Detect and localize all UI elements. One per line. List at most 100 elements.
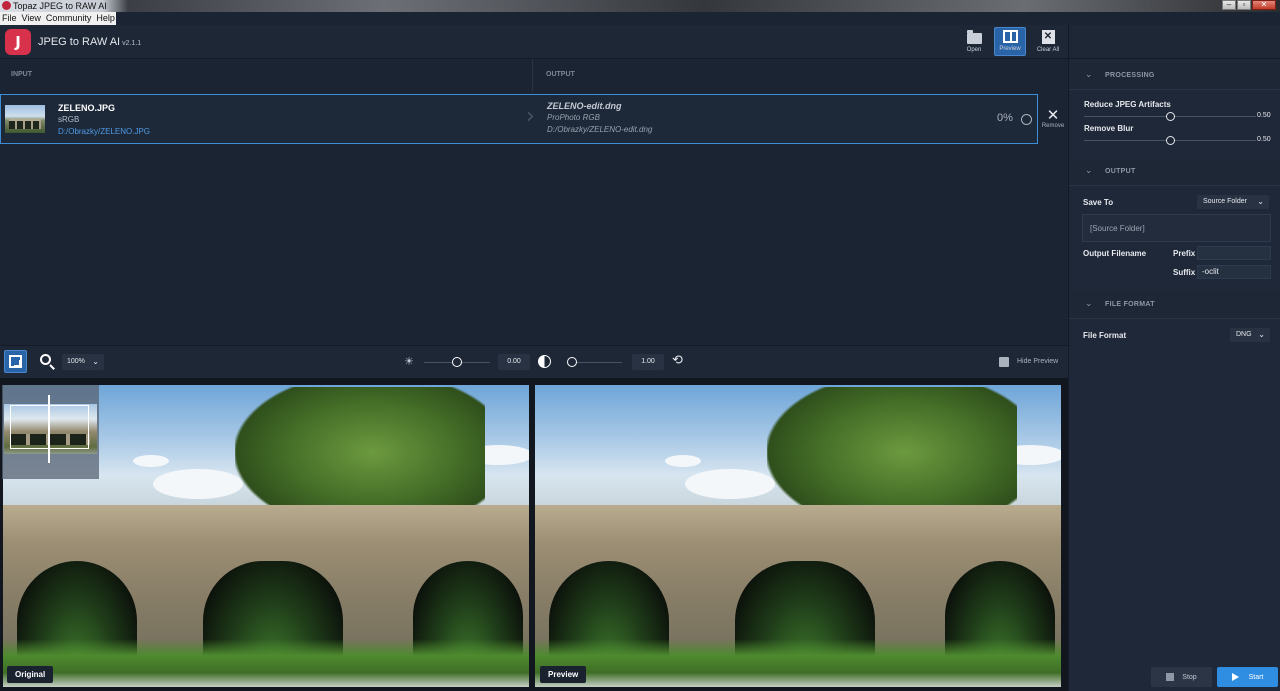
folder-icon [966, 30, 982, 44]
reduce-artifacts-label: Reduce JPEG Artifacts [1084, 100, 1171, 109]
menu-file[interactable]: File [0, 12, 20, 25]
menu-bar: File View Community Help [0, 12, 116, 25]
play-icon [1231, 673, 1239, 681]
chevron-down-icon: ⌄ [1085, 165, 1093, 175]
file-thumbnail [5, 105, 45, 133]
chevron-down-icon: ⌄ [1258, 330, 1265, 339]
file-row[interactable]: ZELENO.JPG sRGB D:/Obrazky/ZELENO.JPG › … [0, 94, 1038, 144]
topaz-logo: J [5, 29, 31, 55]
start-button[interactable]: Start [1217, 667, 1278, 687]
menu-help[interactable]: Help [94, 12, 118, 25]
file-format-select[interactable]: DNG ⌄ [1230, 328, 1270, 342]
output-filename-label: Output Filename [1083, 249, 1147, 258]
contrast-value[interactable]: 1.00 [632, 354, 664, 370]
remove-blur-thumb[interactable] [1165, 136, 1175, 145]
window-title-bar: Topaz JPEG to RAW AI – ▫ ✕ [0, 0, 1280, 12]
menu-community[interactable]: Community [44, 12, 95, 25]
file-format-label: File Format [1083, 331, 1127, 340]
suffix-input[interactable]: -oclit [1197, 265, 1271, 279]
app-title: JPEG to RAW AI v2.1.1 [38, 36, 141, 48]
open-button[interactable]: Open [958, 27, 990, 56]
split-view-icon [9, 355, 22, 368]
suffix-label: Suffix [1173, 268, 1196, 277]
prefix-input[interactable] [1197, 246, 1271, 260]
file-list: INPUT OUTPUT ZELENO.JPG sRGB D:/Obrazky/… [0, 59, 1068, 345]
app-version: v2.1.1 [122, 40, 142, 47]
output-colorspace: ProPhoto RGB [547, 113, 600, 122]
remove-label: Remove [1041, 123, 1065, 129]
input-column-header: INPUT [11, 71, 32, 78]
contrast-slider-thumb[interactable] [567, 357, 577, 367]
prefix-label: Prefix [1173, 249, 1196, 258]
file-format-title: FILE FORMAT [1105, 301, 1155, 308]
start-label: Start [1248, 673, 1264, 681]
brightness-icon: ☀ [404, 355, 414, 368]
panel-header-spacer [1069, 25, 1280, 59]
output-file-name: ZELENO-edit.dng [547, 101, 622, 111]
navigator-thumbnail[interactable] [2, 385, 99, 479]
chevron-right-icon: › [526, 104, 535, 129]
output-file-path: D:/Obrazky/ZELENO-edit.dng [547, 125, 653, 134]
hide-preview-label[interactable]: Hide Preview [1017, 358, 1058, 365]
preview-panes: Original Preview [0, 378, 1068, 691]
zoom-icon[interactable] [40, 354, 51, 365]
chevron-down-icon: ⌄ [92, 357, 99, 366]
preview-pane-label: Preview [540, 666, 587, 683]
reduce-artifacts-value: 0.50 [1257, 112, 1271, 119]
hide-preview-icon[interactable] [999, 357, 1009, 367]
open-label: Open [966, 47, 982, 53]
clear-all-button[interactable]: ✕ Clear All [1032, 27, 1064, 56]
window-title: Topaz JPEG to RAW AI [13, 1, 107, 11]
input-file-path[interactable]: D:/Obrazky/ZELENO.JPG [58, 127, 150, 136]
stop-label: Stop [1182, 673, 1197, 681]
chevron-down-icon: ⌄ [1085, 298, 1093, 308]
remove-blur-label: Remove Blur [1084, 124, 1134, 133]
reset-icon[interactable]: ⟲ [672, 353, 683, 369]
clear-all-icon: ✕ [1041, 30, 1055, 44]
minimize-button[interactable]: – [1222, 0, 1236, 10]
save-to-value: Source Folder [1203, 198, 1247, 205]
processing-section-header[interactable]: ⌄ PROCESSING [1069, 62, 1280, 90]
remove-button[interactable]: ✕ Remove [1040, 107, 1066, 129]
stop-button[interactable]: Stop [1151, 667, 1212, 687]
output-column-header: OUTPUT [546, 71, 575, 78]
progress-percent: 0% [997, 112, 1013, 124]
reduce-artifacts-thumb[interactable] [1165, 112, 1175, 121]
remove-blur-value: 0.50 [1257, 136, 1271, 143]
window-close-button[interactable]: ✕ [1252, 0, 1276, 10]
input-colorspace: sRGB [58, 115, 80, 124]
close-icon: ✕ [1046, 106, 1060, 124]
save-to-select[interactable]: Source Folder ⌄ [1197, 195, 1269, 209]
clear-all-label: Clear All [1036, 47, 1060, 53]
preview-label: Preview [999, 46, 1021, 52]
navigator-viewport[interactable] [10, 405, 89, 449]
preview-toggle-button[interactable]: Preview [994, 27, 1026, 56]
split-view-button[interactable] [4, 350, 27, 373]
menu-view[interactable]: View [20, 12, 44, 25]
input-file-name: ZELENO.JPG [58, 103, 116, 113]
original-label: Original [7, 666, 54, 683]
progress-ring-icon [1021, 114, 1032, 125]
contrast-slider-track[interactable] [572, 362, 622, 363]
app-name: JPEG to RAW AI [38, 36, 121, 48]
brightness-value[interactable]: 0.00 [498, 354, 530, 370]
output-title: OUTPUT [1105, 168, 1136, 175]
zoom-select[interactable]: 100% ⌄ [62, 354, 104, 370]
output-section-header[interactable]: ⌄ OUTPUT [1069, 158, 1280, 186]
output-folder-path[interactable]: [Source Folder] [1082, 214, 1271, 242]
preview-pane[interactable]: Preview [535, 385, 1061, 687]
chevron-down-icon: ⌄ [1257, 197, 1264, 206]
chevron-down-icon: ⌄ [1085, 69, 1093, 79]
window-controls: – ▫ ✕ [1221, 0, 1276, 10]
logo-letter: J [15, 33, 21, 51]
preview-toolbar: 100% ⌄ ☀ 0.00 1.00 ⟲ Hide Preview [0, 345, 1068, 378]
contrast-icon [538, 355, 551, 368]
brightness-slider-thumb[interactable] [452, 357, 462, 367]
maximize-button[interactable]: ▫ [1237, 0, 1251, 10]
processing-title: PROCESSING [1105, 72, 1155, 79]
column-divider [532, 59, 533, 92]
preview-image [535, 385, 1061, 687]
zoom-value: 100% [67, 358, 85, 365]
save-to-label: Save To [1083, 198, 1114, 207]
file-format-section-header[interactable]: ⌄ FILE FORMAT [1069, 291, 1280, 319]
